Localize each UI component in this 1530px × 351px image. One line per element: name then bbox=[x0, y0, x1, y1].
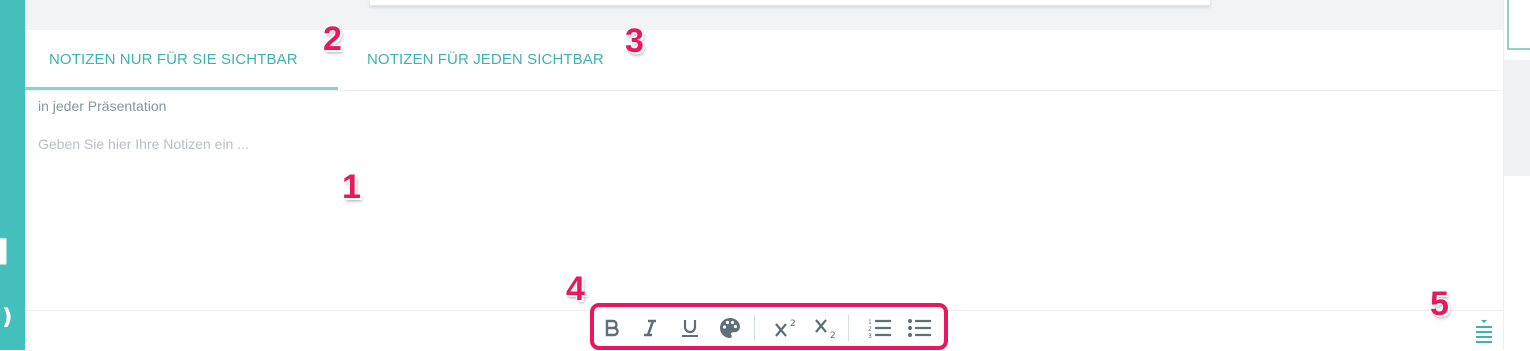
notes-tabs: NOTIZEN NUR FÜR SIE SICHTBAR NOTIZEN FÜR… bbox=[25, 30, 1503, 91]
top-band bbox=[25, 0, 1503, 30]
tab-private-notes[interactable]: NOTIZEN NUR FÜR SIE SICHTBAR bbox=[25, 30, 338, 90]
layout-toggle-button[interactable] bbox=[1470, 315, 1498, 347]
annotation-marker: 3 bbox=[625, 22, 644, 60]
slide-card-edge bbox=[370, 0, 1210, 6]
superscript-icon: 2 bbox=[775, 319, 796, 337]
svg-text:3: 3 bbox=[868, 333, 872, 339]
right-panel-frame bbox=[1507, 0, 1530, 50]
toolbar-separator bbox=[848, 315, 849, 341]
align-expand-icon bbox=[1476, 320, 1492, 343]
tab-public-notes[interactable]: NOTIZEN FÜR JEDEN SICHTBAR bbox=[367, 30, 604, 90]
bold-icon bbox=[605, 319, 619, 337]
svg-text:2: 2 bbox=[830, 331, 836, 339]
superscript-button[interactable]: 2 bbox=[772, 314, 800, 342]
subscript-button[interactable]: 2 bbox=[812, 314, 840, 342]
notes-input[interactable] bbox=[30, 130, 1506, 312]
bold-button[interactable] bbox=[598, 314, 626, 342]
toolbar-separator bbox=[754, 315, 755, 341]
svg-text:1: 1 bbox=[868, 319, 872, 326]
svg-text:2: 2 bbox=[868, 326, 872, 333]
subscript-icon: 2 bbox=[815, 319, 836, 339]
right-panel-section bbox=[1504, 60, 1530, 176]
left-sidebar-strip: ▌ ❫ bbox=[0, 0, 25, 350]
italic-button[interactable] bbox=[636, 314, 664, 342]
unordered-list-button[interactable] bbox=[906, 314, 934, 342]
annotation-marker: 2 bbox=[323, 20, 342, 58]
sidebar-glyph: ❫ bbox=[0, 305, 16, 330]
annotation-marker: 4 bbox=[566, 270, 585, 308]
ordered-list-icon: 1 2 3 bbox=[868, 319, 891, 339]
sidebar-glyph: ▌ bbox=[0, 240, 15, 265]
svg-text:2: 2 bbox=[790, 319, 796, 329]
palette-icon bbox=[720, 318, 740, 338]
unordered-list-icon bbox=[908, 319, 931, 337]
annotation-marker: 1 bbox=[342, 168, 361, 206]
text-color-button[interactable] bbox=[716, 314, 744, 342]
notes-scope-label: in jeder Präsentation bbox=[38, 98, 167, 114]
right-panel bbox=[1503, 0, 1530, 350]
underline-button[interactable] bbox=[676, 314, 704, 342]
annotation-marker: 5 bbox=[1430, 285, 1449, 323]
underline-icon bbox=[682, 320, 698, 337]
italic-icon bbox=[644, 319, 656, 337]
ordered-list-button[interactable]: 1 2 3 bbox=[866, 314, 894, 342]
formatting-toolbar: 2 2 1 2 3 bbox=[590, 303, 948, 350]
